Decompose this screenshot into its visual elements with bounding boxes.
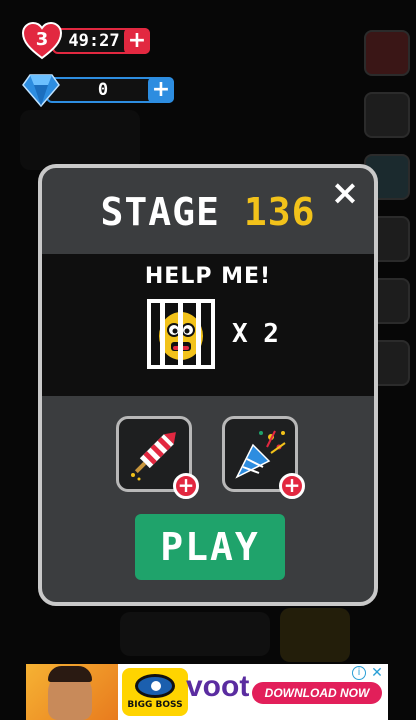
add-rocket-button[interactable]: +: [173, 473, 199, 499]
stage-number: 136: [243, 190, 316, 234]
ad-brand: voot: [186, 670, 250, 703]
booster-row: + +: [116, 416, 305, 499]
ad-close-icon[interactable]: ✕: [369, 665, 385, 681]
rocket-booster-button[interactable]: +: [116, 416, 199, 499]
mission-panel: HELP ME! X 2: [42, 254, 374, 396]
add-party-popper-button[interactable]: +: [279, 473, 305, 499]
lives-timer: 49:27: [68, 31, 120, 51]
caged-face-icon: [146, 298, 216, 370]
stage-dialog: STAGE 136 × HELP ME! X 2 + + PLAY: [38, 164, 378, 606]
close-button[interactable]: ×: [328, 176, 362, 210]
stage-label: STAGE: [100, 190, 220, 234]
add-gems-button[interactable]: +: [148, 77, 174, 103]
gems-pill: 0 +: [46, 77, 174, 103]
ad-info-icon[interactable]: i: [352, 666, 366, 680]
gems-counter: 0 +: [22, 73, 174, 108]
add-lives-button[interactable]: +: [124, 28, 150, 54]
ad-show-logo: BIGG BOSS: [122, 668, 188, 716]
lives-counter: 3 49:27 +: [22, 22, 150, 60]
ad-download-button[interactable]: DOWNLOAD NOW: [252, 682, 382, 704]
party-popper-booster-button[interactable]: +: [222, 416, 305, 499]
mission-goal: X 2: [146, 298, 279, 370]
diamond-icon: [22, 73, 60, 108]
goal-count: X 2: [232, 319, 279, 349]
eye-icon: [135, 674, 175, 698]
lives-count: 3: [35, 29, 49, 50]
stage-title: STAGE 136: [42, 190, 374, 234]
party-popper-icon: [235, 430, 286, 479]
lives-timer-pill: 49:27 +: [52, 28, 150, 54]
ad-image: [26, 664, 118, 720]
ad-show-label: BIGG BOSS: [127, 700, 183, 710]
firework-rocket-icon: [131, 432, 176, 481]
gems-count: 0: [97, 80, 109, 100]
ad-banner[interactable]: BIGG BOSS voot DOWNLOAD NOW i ✕: [26, 664, 388, 720]
heart-icon: 3: [22, 22, 62, 60]
play-button[interactable]: PLAY: [135, 514, 285, 580]
mission-title: HELP ME!: [144, 264, 272, 289]
